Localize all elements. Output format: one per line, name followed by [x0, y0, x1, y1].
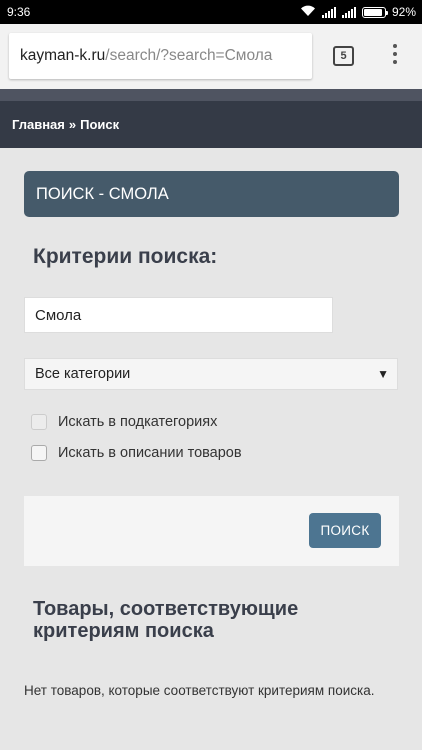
url-path: /search/?search=Смола — [105, 47, 273, 64]
breadcrumb-separator: » — [68, 117, 77, 132]
category-select[interactable]: Все категории ▼ — [24, 358, 398, 390]
subcategories-label: Искать в подкатегориях — [58, 414, 218, 430]
results-title: Товары, соответствующие критериям поиска — [33, 598, 299, 642]
category-select-value: Все категории — [35, 366, 131, 382]
browser-toolbar: kayman-k.ru/search/?search=Смола 5 — [0, 24, 422, 89]
breadcrumb-current: Поиск — [80, 117, 120, 132]
signal-icon — [321, 6, 336, 18]
subcategories-checkbox[interactable] — [31, 414, 47, 430]
page-title: ПОИСК - СМОЛА — [24, 171, 399, 217]
description-option[interactable]: Искать в описании товаров — [31, 444, 242, 462]
dropdown-arrow-icon: ▼ — [377, 367, 389, 381]
breadcrumb: Главная » Поиск — [0, 101, 422, 148]
description-label: Искать в описании товаров — [58, 445, 242, 461]
subcategories-option[interactable]: Искать в подкатегориях — [31, 413, 217, 431]
search-button[interactable]: ПОИСК — [309, 513, 381, 548]
site-header-strip — [0, 89, 422, 101]
url-host: kayman-k.ru — [20, 47, 106, 64]
more-vert-icon[interactable] — [389, 44, 401, 68]
status-bar: 9:36 92% — [0, 0, 422, 24]
battery-icon — [361, 6, 388, 18]
search-actions: ПОИСК — [24, 496, 399, 566]
description-checkbox[interactable] — [31, 445, 47, 461]
url-bar[interactable]: kayman-k.ru/search/?search=Смола — [9, 33, 312, 79]
criteria-title: Критерии поиска: — [33, 245, 218, 268]
wifi-icon — [300, 5, 316, 20]
no-results-message: Нет товаров, которые соответствуют крите… — [24, 683, 375, 698]
tab-switcher-button[interactable]: 5 — [333, 46, 354, 66]
signal-icon — [341, 6, 356, 18]
status-icons: 92% — [300, 4, 416, 20]
breadcrumb-home-link[interactable]: Главная — [12, 117, 65, 132]
battery-fill — [363, 8, 383, 16]
status-time: 9:36 — [7, 5, 31, 19]
search-input[interactable] — [24, 297, 333, 333]
battery-percent: 92% — [391, 5, 416, 19]
